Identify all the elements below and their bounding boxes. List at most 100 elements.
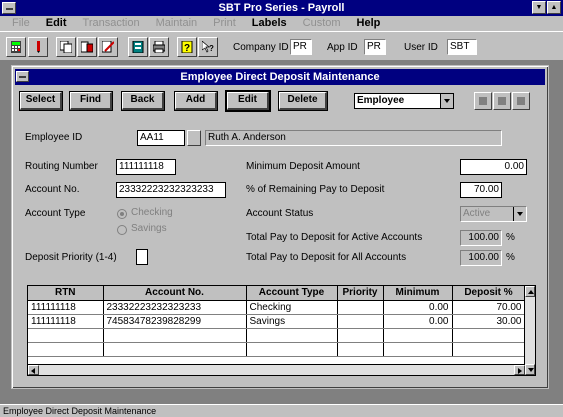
menu-labels[interactable]: Labels [244, 16, 295, 31]
menu-transaction[interactable]: Transaction [75, 16, 148, 31]
savings-radio-label: Savings [131, 223, 167, 234]
status-text: Employee Direct Deposit Maintenance [3, 406, 157, 416]
horizontal-scrollbar[interactable] [28, 364, 525, 375]
menu-print[interactable]: Print [205, 16, 244, 31]
toolbar-database-button[interactable] [128, 37, 148, 57]
employee-lookup-button[interactable] [187, 130, 201, 146]
account-number-field[interactable]: 23332223232323233 [116, 182, 226, 198]
cell-priority[interactable] [337, 314, 384, 329]
chevron-down-icon[interactable] [440, 94, 453, 108]
cell-rtn[interactable]: 111111118 [28, 314, 104, 329]
close-window-button[interactable] [493, 92, 511, 110]
menu-help[interactable]: Help [349, 16, 389, 31]
column-header-priority[interactable]: Priority [337, 286, 384, 301]
app-id-field[interactable]: PR [364, 39, 386, 55]
deposit-accounts-grid[interactable]: RTN Account No. Account Type Priority Mi… [27, 285, 536, 376]
scroll-right-icon[interactable] [514, 365, 525, 375]
account-status-select[interactable]: Active [460, 206, 527, 222]
min-deposit-field[interactable]: 0.00 [460, 159, 527, 175]
add-button[interactable]: Add [174, 91, 218, 111]
company-id-field[interactable]: PR [290, 39, 312, 55]
delete-button[interactable]: Delete [278, 91, 328, 111]
column-header-deposit-pct[interactable]: Deposit % [452, 286, 526, 301]
table-row-empty[interactable] [28, 328, 526, 343]
toolbar-help-button[interactable]: ? [177, 37, 197, 57]
menu-bar: File Edit Transaction Maintain Print Lab… [0, 16, 563, 31]
status-chevron-down-icon[interactable] [513, 207, 526, 221]
empty-cell[interactable] [452, 328, 526, 343]
select-button[interactable]: Select [19, 91, 63, 111]
total-all-pct-sign: % [506, 252, 515, 263]
lookup-select[interactable]: Employee [354, 93, 454, 109]
savings-radio[interactable] [117, 225, 127, 235]
empty-cell[interactable] [28, 342, 104, 357]
empty-cell[interactable] [103, 342, 247, 357]
empty-cell[interactable] [383, 342, 453, 357]
deposit-priority-field[interactable] [136, 249, 148, 265]
cell-deposit-pct[interactable]: 70.00 [452, 300, 526, 315]
cell-deposit-pct[interactable]: 30.00 [452, 314, 526, 329]
empty-cell[interactable] [452, 342, 526, 357]
empty-cell[interactable] [246, 328, 338, 343]
cell-minimum[interactable]: 0.00 [383, 300, 453, 315]
table-row-empty[interactable] [28, 342, 526, 357]
column-header-account-type[interactable]: Account Type [246, 286, 338, 301]
scroll-left-icon[interactable] [28, 365, 39, 375]
menu-maintain[interactable]: Maintain [148, 16, 206, 31]
maximize-icon[interactable]: ▲ [547, 1, 561, 14]
menu-file[interactable]: File [4, 16, 38, 31]
vertical-scrollbar[interactable] [524, 286, 535, 375]
toolbar-print-button[interactable] [149, 37, 169, 57]
minimize-icon[interactable]: ▼ [532, 1, 546, 14]
find-button[interactable]: Find [69, 91, 113, 111]
scroll-down-icon[interactable] [525, 364, 535, 375]
toolbar-copy-button[interactable] [56, 37, 76, 57]
toolbar-calculator-button[interactable] [6, 37, 26, 57]
window-title: Employee Direct Deposit Maintenance [180, 71, 380, 83]
printer-icon [153, 41, 165, 53]
cell-account-no[interactable]: 23332223232323233 [103, 300, 247, 315]
cell-priority[interactable] [337, 300, 384, 315]
window-system-menu-icon[interactable] [16, 71, 29, 82]
cell-account-no[interactable]: 74583478239828299 [103, 314, 247, 329]
company-id-label: Company ID [233, 42, 289, 53]
employee-name-field: Ruth A. Anderson [205, 130, 502, 146]
user-id-field[interactable]: SBT [447, 39, 477, 55]
toolbar-context-help-button[interactable]: ? [198, 37, 218, 57]
empty-cell[interactable] [383, 328, 453, 343]
empty-cell[interactable] [28, 328, 104, 343]
column-header-minimum[interactable]: Minimum [383, 286, 453, 301]
save-window-button[interactable] [474, 92, 492, 110]
table-row[interactable]: 111111118 23332223232323233 Checking 0.0… [28, 300, 526, 315]
back-button[interactable]: Back [121, 91, 165, 111]
table-header-row: RTN Account No. Account Type Priority Mi… [28, 286, 526, 301]
total-active-field: 100.00 [460, 230, 502, 246]
scroll-up-icon[interactable] [525, 286, 535, 297]
empty-cell[interactable] [103, 328, 247, 343]
empty-cell[interactable] [337, 342, 384, 357]
routing-number-field[interactable]: 111111118 [116, 159, 176, 175]
pct-remaining-field[interactable]: 70.00 [460, 182, 502, 198]
lookup-select-value: Employee [357, 95, 405, 106]
table-row[interactable]: 111111118 74583478239828299 Savings 0.00… [28, 314, 526, 329]
toolbar-file-button[interactable] [77, 37, 97, 57]
toolbar-pencil-button[interactable] [28, 37, 48, 57]
menu-custom[interactable]: Custom [295, 16, 349, 31]
edit-button[interactable]: Edit [225, 90, 271, 112]
cell-account-type[interactable]: Checking [246, 300, 338, 315]
empty-cell[interactable] [246, 342, 338, 357]
context-help-icon: ? [202, 41, 214, 53]
checking-radio[interactable] [117, 209, 127, 219]
cell-account-type[interactable]: Savings [246, 314, 338, 329]
app-id-label: App ID [327, 42, 358, 53]
employee-id-field[interactable]: AA11 [137, 130, 185, 146]
toolbar-edit-button[interactable] [98, 37, 118, 57]
system-menu-icon[interactable] [2, 2, 16, 14]
scissors-button[interactable] [512, 92, 530, 110]
column-header-rtn[interactable]: RTN [28, 286, 104, 301]
empty-cell[interactable] [337, 328, 384, 343]
menu-edit[interactable]: Edit [38, 16, 75, 31]
cell-minimum[interactable]: 0.00 [383, 314, 453, 329]
cell-rtn[interactable]: 111111118 [28, 300, 104, 315]
column-header-account-no[interactable]: Account No. [103, 286, 247, 301]
